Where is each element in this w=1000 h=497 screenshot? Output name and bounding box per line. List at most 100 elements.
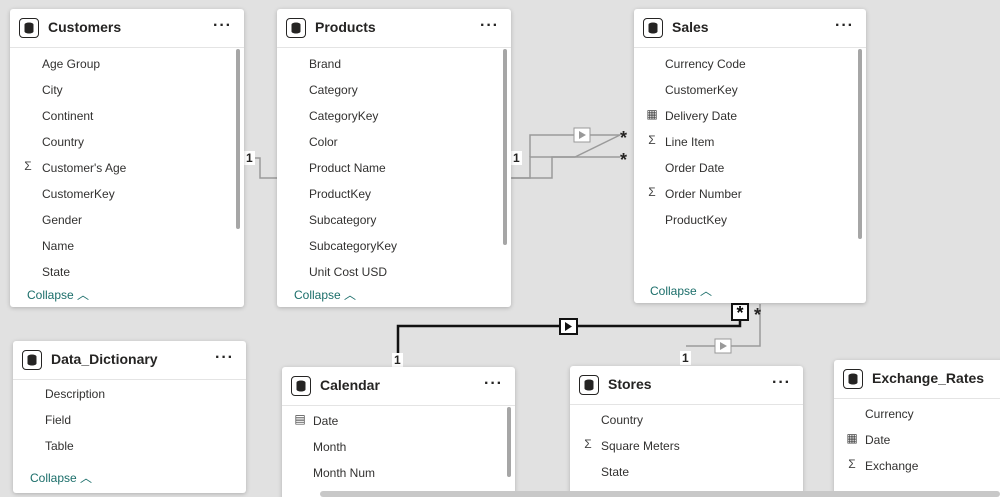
cardinality-many-label: * — [731, 303, 749, 322]
field-row[interactable]: ProductKey — [277, 181, 497, 207]
field-row[interactable]: Σ Square Meters — [570, 433, 789, 459]
arrow-icon — [714, 338, 732, 354]
cardinality-many-label: * — [754, 305, 762, 325]
field-list: Currency ▦ Date Σ Exchange — [834, 360, 1000, 497]
field-row[interactable]: Unit Cost USD — [277, 259, 497, 285]
field-row[interactable]: City — [10, 77, 230, 103]
field-row[interactable]: Σ Exchange — [834, 453, 996, 479]
field-row[interactable]: Month Num — [282, 460, 501, 486]
arrow-icon — [559, 318, 578, 335]
field-row[interactable]: Gender — [10, 207, 230, 233]
field-row[interactable]: Age Group — [10, 51, 230, 77]
scrollbar[interactable] — [507, 407, 511, 477]
model-canvas[interactable]: 1 1 1 1 * * * * Customers ··· Age Group C… — [0, 0, 1000, 497]
relationship-calendar-sales — [396, 304, 742, 355]
field-name: Gender — [42, 213, 83, 227]
field-name: CustomerKey — [42, 187, 115, 201]
table-card-sales[interactable]: Sales ··· Currency Code CustomerKey ▦ Deliv… — [634, 9, 866, 303]
field-row[interactable]: ProductKey — [634, 207, 852, 233]
table-card-data-dictionary[interactable]: Data_Dictionary ··· Description Field Tabl… — [13, 341, 246, 493]
sigma-icon: Σ — [24, 159, 32, 173]
field-name: Month Num — [313, 466, 376, 480]
field-row[interactable]: ▤ Date — [282, 408, 501, 434]
field-name: CustomerKey — [665, 83, 738, 97]
field-row[interactable]: ▦ Delivery Date — [634, 103, 852, 129]
table-card-customers[interactable]: Customers ··· Age Group City Continent Coun… — [10, 9, 244, 307]
cardinality-one-label: 1 — [511, 151, 522, 165]
id-card-icon: ▤ — [294, 412, 306, 426]
sigma-icon: Σ — [648, 133, 656, 147]
field-name: Age Group — [42, 57, 101, 71]
field-row[interactable]: Color — [277, 129, 497, 155]
field-name: Subcategory — [309, 213, 377, 227]
field-name: Date — [313, 414, 339, 428]
field-row[interactable]: Country — [570, 407, 789, 433]
field-name: Exchange — [865, 459, 919, 473]
field-name: Description — [45, 387, 106, 401]
field-name: Delivery Date — [665, 109, 738, 123]
table-card-products[interactable]: Products ··· Brand Category CategoryKey Col… — [277, 9, 511, 307]
field-row[interactable]: Σ Order Number — [634, 181, 852, 207]
field-name: Unit Cost USD — [309, 265, 388, 279]
calendar-icon: ▦ — [646, 107, 658, 121]
cardinality-many-label: * — [620, 150, 628, 170]
field-row[interactable]: Description — [13, 381, 232, 407]
field-name: Table — [45, 439, 74, 453]
field-row[interactable]: ΣQuantity — [634, 233, 852, 235]
field-row[interactable]: Country — [10, 129, 230, 155]
field-row[interactable]: Continent — [10, 103, 230, 129]
field-name: Currency Code — [665, 57, 746, 71]
field-name: Product Name — [309, 161, 386, 175]
field-row[interactable]: State — [570, 459, 789, 485]
collapse-button[interactable]: Collapse ︿ — [27, 286, 89, 303]
field-row[interactable]: Σ Line Item — [634, 129, 852, 155]
chevron-up-icon: ︿ — [344, 288, 357, 302]
field-name: Country — [601, 413, 644, 427]
relationship-products-sales — [512, 156, 620, 179]
field-row[interactable]: ▦ Date — [834, 427, 996, 453]
cardinality-one-label: 1 — [392, 353, 403, 367]
relationship-customers-sales-extend — [529, 134, 620, 157]
field-name: Date — [865, 433, 891, 447]
table-card-calendar[interactable]: Calendar ··· ▤ Date Month Month Num — [282, 367, 515, 497]
field-row[interactable]: CustomerKey — [634, 77, 852, 103]
field-name: Name — [42, 239, 75, 253]
field-row[interactable]: Subcategory — [277, 207, 497, 233]
collapse-button[interactable]: Collapse ︿ — [30, 469, 92, 486]
field-row[interactable]: Name — [10, 233, 230, 259]
horizontal-scrollbar[interactable] — [320, 491, 1000, 497]
field-name: Continent — [42, 109, 94, 123]
field-row[interactable]: Category — [277, 77, 497, 103]
field-name: Month — [313, 440, 347, 454]
field-name: Category — [309, 83, 358, 97]
field-row[interactable]: Currency — [834, 401, 996, 427]
field-row[interactable]: Month — [282, 434, 501, 460]
collapse-button[interactable]: Collapse ︿ — [294, 286, 356, 303]
scrollbar[interactable] — [503, 49, 507, 245]
table-card-exchange-rates[interactable]: Exchange_Rates Currency ▦ Date Σ Exchange — [834, 360, 1000, 497]
field-name: ProductKey — [665, 213, 728, 227]
field-row[interactable]: Σ Customer's Age — [10, 155, 230, 181]
field-row[interactable]: Product Name — [277, 155, 497, 181]
calendar-icon: ▦ — [846, 431, 858, 445]
chevron-up-icon: ︿ — [80, 471, 93, 485]
field-row[interactable]: Currency Code — [634, 51, 852, 77]
field-row[interactable]: CategoryKey — [277, 103, 497, 129]
field-name: Order Date — [665, 161, 725, 175]
cardinality-one-label: 1 — [680, 351, 691, 365]
chevron-up-icon: ︿ — [77, 288, 90, 302]
table-card-stores[interactable]: Stores ··· Country Σ Square Meters State — [570, 366, 803, 497]
field-row[interactable]: SubcategoryKey — [277, 233, 497, 259]
field-name: Line Item — [665, 135, 715, 149]
scrollbar[interactable] — [858, 49, 862, 239]
collapse-button[interactable]: Collapse ︿ — [650, 282, 712, 299]
field-row[interactable]: Brand — [277, 51, 497, 77]
field-row[interactable]: CustomerKey — [10, 181, 230, 207]
scrollbar[interactable] — [236, 49, 240, 229]
field-name: Customer's Age — [42, 161, 127, 175]
field-row[interactable]: Table — [13, 433, 232, 459]
field-list: ▤ Date Month Month Num — [282, 367, 515, 497]
field-row[interactable]: Order Date — [634, 155, 852, 181]
field-row[interactable]: State — [10, 259, 230, 285]
field-row[interactable]: Field — [13, 407, 232, 433]
